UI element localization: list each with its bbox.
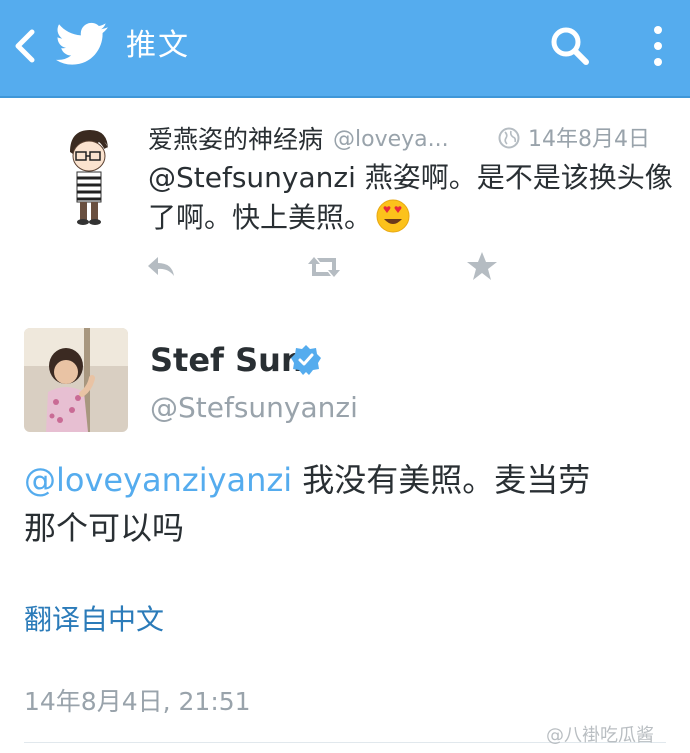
tweet-header: 爱燕姿的神经病 @loveya... 14年8月4日: [148, 122, 668, 158]
search-icon[interactable]: [546, 22, 594, 70]
parent-tweet[interactable]: 爱燕姿的神经病 @loveya... 14年8月4日 @Stefsunyanzi …: [0, 98, 690, 305]
author-handle[interactable]: @loveya...: [333, 122, 453, 158]
retweet-icon[interactable]: [304, 254, 344, 280]
author-handle[interactable]: @Stefsunyanzi: [150, 388, 358, 428]
app-bar: 推文: [0, 0, 690, 98]
author-name[interactable]: Stef Sun: [150, 340, 304, 380]
tweet-date: 14年8月4日: [528, 127, 650, 152]
author-name[interactable]: 爱燕姿的神经病: [148, 125, 323, 154]
profile-photo[interactable]: [24, 328, 128, 432]
tweet-detail-screen: 推文 爱燕姿的神经病 @loveya... 14年8月4日 @Stefsunya…: [0, 0, 690, 753]
verified-badge-icon: [291, 345, 321, 375]
favorite-icon[interactable]: [466, 250, 498, 282]
cartoon-avatar[interactable]: [56, 122, 120, 230]
focused-tweet: Stef Sun @Stefsunyanzi @loveyanziyanzi 我…: [0, 304, 690, 753]
back-arrow-icon[interactable]: [8, 24, 42, 68]
tweet-text-line1: 我没有美照。麦当劳: [292, 461, 591, 499]
overflow-menu-icon[interactable]: [636, 20, 680, 72]
watermark: @八褂吃瓜酱: [546, 725, 654, 746]
tweet-text: @loveyanziyanzi 我没有美照。麦当劳 那个可以吗: [24, 456, 669, 552]
reply-icon[interactable]: [144, 254, 178, 280]
tweet-text: @Stefsunyanzi 燕姿啊。是不是该换头像了啊。快上美照。: [148, 158, 678, 238]
globe-icon: [498, 127, 520, 149]
tweet-timestamp: 14年8月4日, 21:51: [24, 687, 251, 716]
translate-link[interactable]: 翻译自中文: [24, 600, 164, 640]
mention-link[interactable]: @loveyanziyanzi: [24, 461, 292, 499]
twitter-bird-icon: [56, 22, 108, 65]
tweet-text-line2: 那个可以吗: [24, 509, 185, 547]
tweet-text-content: @Stefsunyanzi 燕姿啊。是不是该换头像了啊。快上美照。: [148, 161, 673, 234]
page-title: 推文: [126, 28, 190, 63]
heart-eyes-emoji-icon: [376, 199, 410, 233]
